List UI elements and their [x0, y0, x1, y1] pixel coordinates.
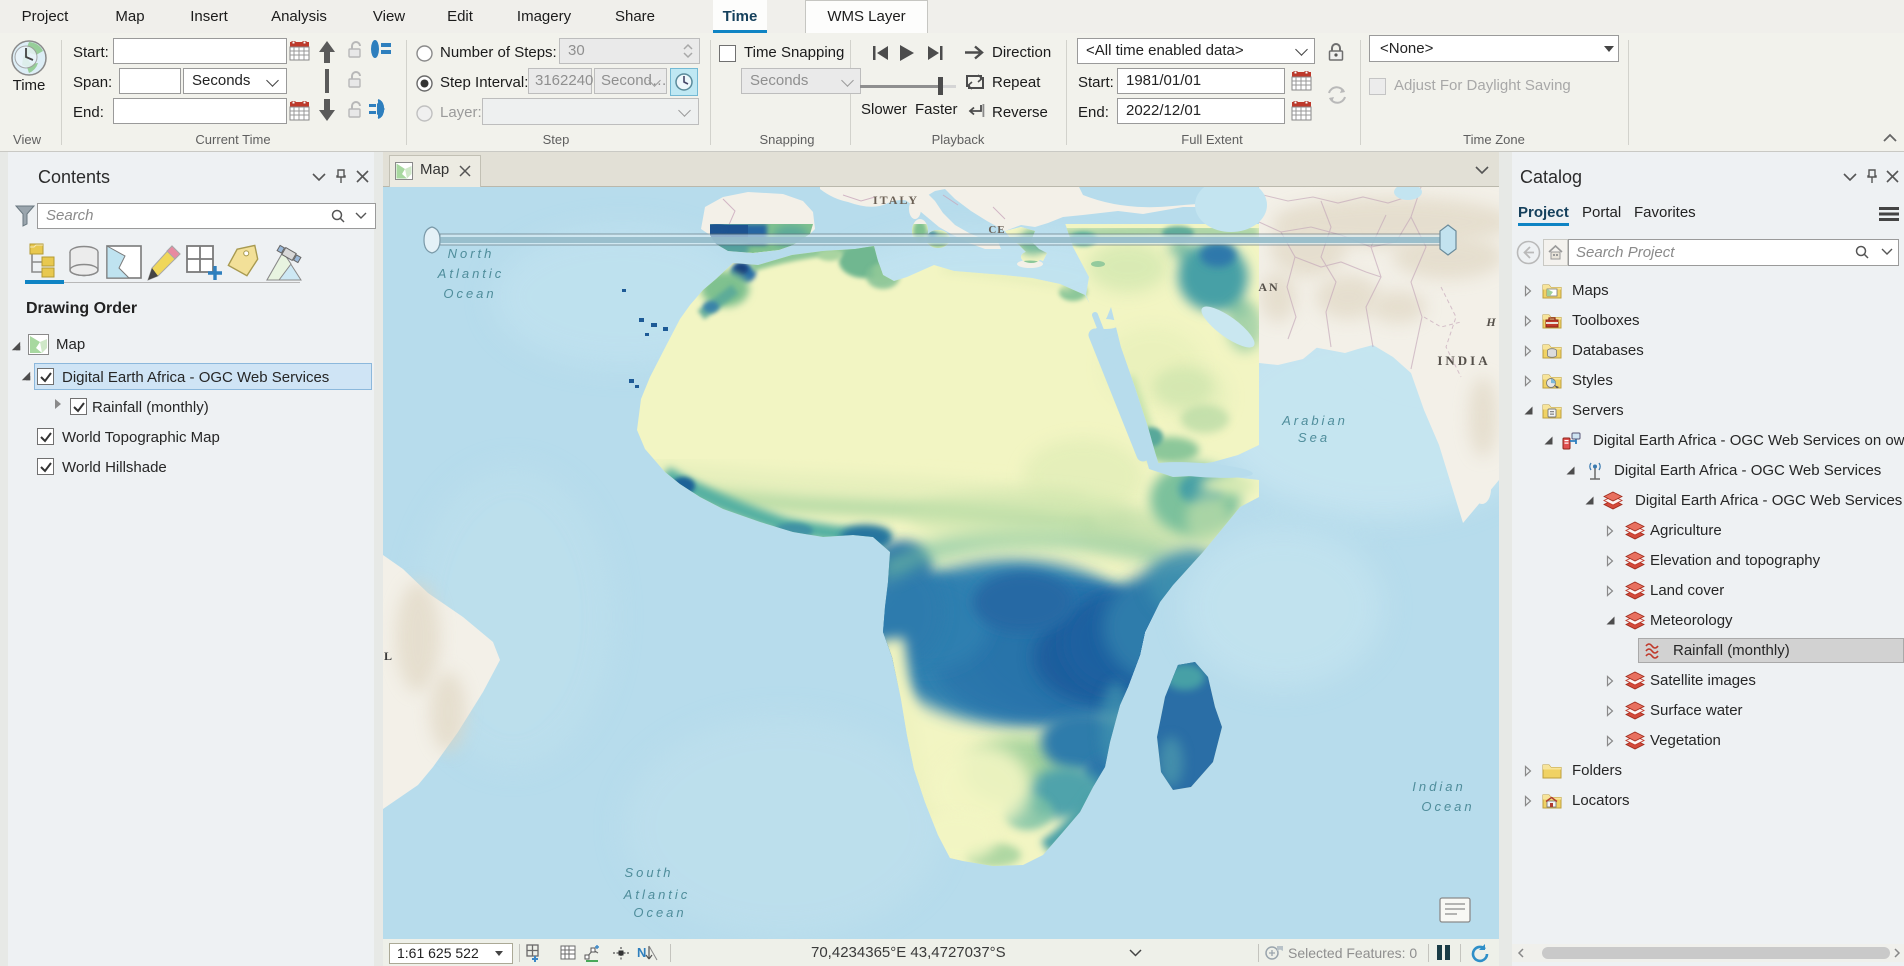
- svg-text:H: H: [1485, 315, 1496, 329]
- svg-text:Atlantic: Atlantic: [437, 266, 505, 281]
- svg-text:Arabian: Arabian: [1281, 413, 1348, 428]
- svg-text:Ocean: Ocean: [633, 905, 686, 920]
- svg-text:North: North: [448, 246, 495, 261]
- svg-text:AN: AN: [1258, 280, 1279, 294]
- svg-text:INDIA: INDIA: [1437, 353, 1490, 368]
- svg-text:South: South: [625, 865, 674, 880]
- svg-text:Ocean: Ocean: [1421, 799, 1474, 814]
- svg-text:Indian: Indian: [1412, 779, 1465, 794]
- svg-text:L: L: [384, 649, 392, 663]
- svg-text:Atlantic: Atlantic: [623, 887, 691, 902]
- svg-text:N: N: [637, 945, 646, 960]
- svg-text:Sea: Sea: [1298, 430, 1330, 445]
- svg-text:ITALY: ITALY: [873, 193, 919, 207]
- svg-text:Ocean: Ocean: [443, 286, 496, 301]
